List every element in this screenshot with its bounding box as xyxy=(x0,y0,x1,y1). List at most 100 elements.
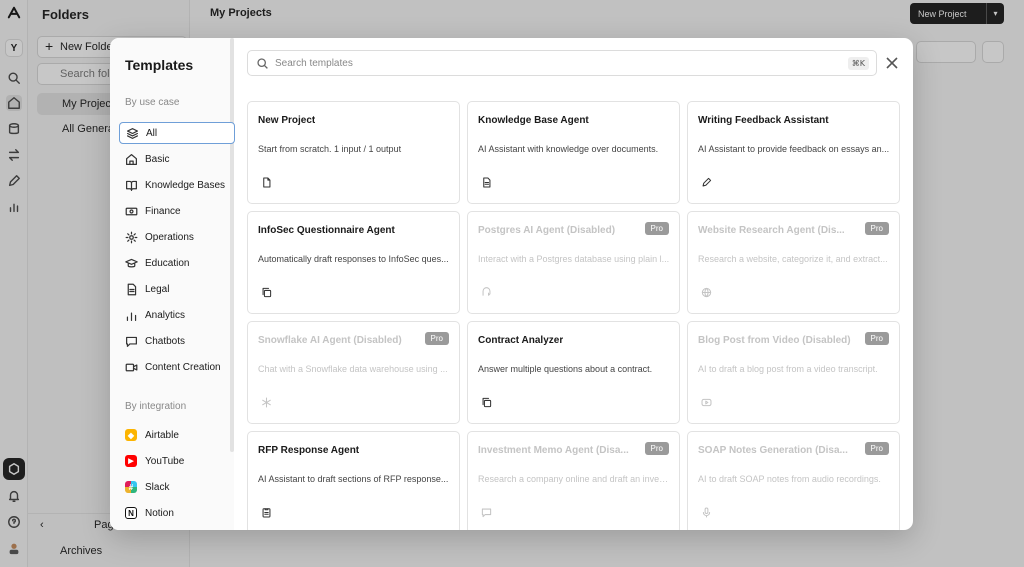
template-search-input[interactable] xyxy=(275,58,848,69)
use-case-heading: By use case xyxy=(125,97,179,108)
use-case-label: Analytics xyxy=(145,310,185,321)
use-case-label: Finance xyxy=(145,206,181,217)
template-description: AI Assistant to draft sections of RFP re… xyxy=(258,474,450,484)
bar-chart-icon xyxy=(124,308,138,322)
template-card: SOAP Notes Generation (Disa... AI to draf… xyxy=(687,431,900,530)
microphone-icon xyxy=(698,504,714,520)
integration-slack[interactable]: # Slack xyxy=(119,476,235,498)
use-case-knowledge-bases[interactable]: Knowledge Bases xyxy=(119,174,235,196)
template-title: Postgres AI Agent (Disabled) xyxy=(478,225,615,236)
template-description: Research a website, categorize it, and e… xyxy=(698,254,890,264)
integration-youtube[interactable]: ▶ YouTube xyxy=(119,450,235,472)
template-title: Blog Post from Video (Disabled) xyxy=(698,335,851,346)
modal-title: Templates xyxy=(125,57,193,73)
use-case-legal[interactable]: Legal xyxy=(119,278,235,300)
use-case-analytics[interactable]: Analytics xyxy=(119,304,235,326)
pro-badge: Pro xyxy=(645,222,669,235)
use-case-operations[interactable]: Operations xyxy=(119,226,235,248)
use-case-chatbots[interactable]: Chatbots xyxy=(119,330,235,352)
template-description: AI Assistant to provide feedback on essa… xyxy=(698,144,890,154)
slack-logo: # xyxy=(124,480,138,494)
integration-heading: By integration xyxy=(125,401,186,412)
template-description: Start from scratch. 1 input / 1 output xyxy=(258,144,450,154)
use-case-label: All xyxy=(146,128,157,139)
template-card[interactable]: Knowledge Base Agent AI Assistant with kn… xyxy=(467,101,680,204)
pro-badge: Pro xyxy=(645,442,669,455)
integration-notion[interactable]: NNotion xyxy=(119,502,235,524)
edit-icon xyxy=(698,174,714,190)
template-description: AI to draft SOAP notes from audio record… xyxy=(698,474,890,484)
template-card: Snowflake AI Agent (Disabled) Chat with a… xyxy=(247,321,460,424)
template-title: Contract Analyzer xyxy=(478,335,563,346)
template-card[interactable]: Writing Feedback Assistant AI Assistant t… xyxy=(687,101,900,204)
template-title: Investment Memo Agent (Disa... xyxy=(478,445,629,456)
youtube-icon xyxy=(698,394,714,410)
use-case-basic[interactable]: Basic xyxy=(119,148,235,170)
use-case-label: Knowledge Bases xyxy=(145,180,225,191)
search-shortcut: ⌘K xyxy=(848,57,869,70)
youtube-logo: ▶ xyxy=(124,454,138,468)
template-description: AI to draft a blog post from a video tra… xyxy=(698,364,890,374)
integration-label: Slack xyxy=(145,482,169,493)
book-icon xyxy=(124,178,138,192)
templates-sidebar: Templates By use case All Basic Knowledge … xyxy=(110,38,234,530)
home-icon xyxy=(124,152,138,166)
use-case-all[interactable]: All xyxy=(119,122,235,144)
chat-icon xyxy=(478,504,494,520)
template-description: AI Assistant with knowledge over documen… xyxy=(478,144,670,154)
template-title: New Project xyxy=(258,115,315,126)
clipboard-icon xyxy=(258,504,274,520)
snowflake-icon xyxy=(258,394,274,410)
copy-icon xyxy=(258,284,274,300)
template-title: Snowflake AI Agent (Disabled) xyxy=(258,335,402,346)
integration-label: Notion xyxy=(145,508,174,519)
use-case-label: Basic xyxy=(145,154,169,165)
template-title: Writing Feedback Assistant xyxy=(698,115,829,126)
template-title: Knowledge Base Agent xyxy=(478,115,589,126)
layers-icon xyxy=(125,126,139,140)
document-icon xyxy=(478,174,494,190)
template-card[interactable]: New Project Start from scratch. 1 input /… xyxy=(247,101,460,204)
template-card[interactable]: Contract Analyzer Answer multiple questio… xyxy=(467,321,680,424)
video-icon xyxy=(124,360,138,374)
use-case-label: Legal xyxy=(145,284,169,295)
gear-icon xyxy=(124,230,138,244)
template-description: Automatically draft responses to InfoSec… xyxy=(258,254,450,264)
use-case-content-creation[interactable]: Content Creation xyxy=(119,356,235,378)
use-case-label: Education xyxy=(145,258,189,269)
elephant-icon xyxy=(478,284,494,300)
templates-modal: Templates By use case All Basic Knowledge … xyxy=(110,38,913,530)
search-icon xyxy=(256,57,269,70)
template-card[interactable]: InfoSec Questionnaire Agent Automatically… xyxy=(247,211,460,314)
banknote-icon xyxy=(124,204,138,218)
template-description: Interact with a Postgres database using … xyxy=(478,254,670,264)
close-icon[interactable] xyxy=(884,55,900,71)
template-title: Website Research Agent (Dis... xyxy=(698,225,845,236)
template-title: RFP Response Agent xyxy=(258,445,359,456)
template-description: Chat with a Snowflake data warehouse usi… xyxy=(258,364,450,374)
template-card: Website Research Agent (Dis... Research a… xyxy=(687,211,900,314)
integration-airtable[interactable]: ◆ Airtable xyxy=(119,424,235,446)
copy-icon xyxy=(478,394,494,410)
template-title: SOAP Notes Generation (Disa... xyxy=(698,445,848,456)
use-case-education[interactable]: Education xyxy=(119,252,235,274)
airtable-logo: ◆ xyxy=(124,428,138,442)
template-title: InfoSec Questionnaire Agent xyxy=(258,225,395,236)
pro-badge: Pro xyxy=(865,332,889,345)
use-case-label: Operations xyxy=(145,232,194,243)
template-description: Research a company online and draft an i… xyxy=(478,474,670,484)
pro-badge: Pro xyxy=(865,222,889,235)
pro-badge: Pro xyxy=(425,332,449,345)
template-card[interactable]: RFP Response Agent AI Assistant to draft … xyxy=(247,431,460,530)
integration-label: YouTube xyxy=(145,456,184,467)
use-case-label: Content Creation xyxy=(145,362,221,373)
use-case-label: Chatbots xyxy=(145,336,185,347)
integration-label: Airtable xyxy=(145,430,179,441)
graduation-cap-icon xyxy=(124,256,138,270)
template-description: Answer multiple questions about a contra… xyxy=(478,364,670,374)
use-case-finance[interactable]: Finance xyxy=(119,200,235,222)
template-card: Investment Memo Agent (Disa... Research a… xyxy=(467,431,680,530)
template-card: Blog Post from Video (Disabled) AI to dra… xyxy=(687,321,900,424)
file-icon xyxy=(258,174,274,190)
template-search[interactable]: ⌘K xyxy=(247,50,877,76)
